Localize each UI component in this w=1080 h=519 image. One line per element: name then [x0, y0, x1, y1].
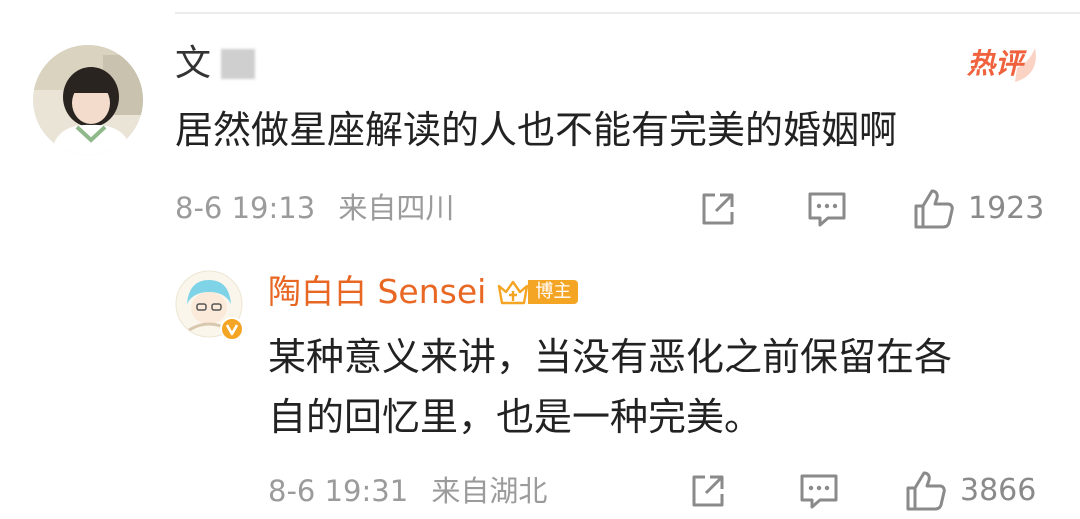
comment-date: 8-6 19:13 [175, 191, 316, 225]
commenter-avatar[interactable] [33, 45, 143, 155]
reply-like-count: 3866 [960, 473, 1037, 508]
crown-icon [498, 280, 529, 305]
comment-like-button[interactable]: 1923 [912, 187, 1044, 231]
reply-date: 8-6 19:31 [268, 474, 409, 508]
blogger-badge: 博主 [496, 277, 579, 307]
thumbs-up-icon [914, 189, 954, 229]
comment-share-button[interactable] [698, 189, 738, 229]
comment-icon [800, 474, 838, 509]
comment-location: 来自四川 [338, 191, 455, 225]
commenter-username-text[interactable]: 文 [175, 44, 211, 84]
reply-meta: 8-6 19:31 来自湖北 [268, 473, 547, 509]
comment-body: 居然做星座解读的人也不能有完美的婚姻啊 [175, 108, 898, 152]
reply-share-button[interactable] [688, 471, 728, 511]
top-divider [175, 12, 1080, 14]
verified-badge-icon [220, 317, 244, 341]
username-redacted [221, 49, 256, 79]
reply-body: 某种意义来讲，当没有恶化之前保留在各 自的回忆里，也是一种完美。 [268, 327, 952, 447]
hot-comment-label: 热评 [967, 47, 1024, 80]
share-icon [702, 193, 734, 225]
hot-comment-badge: 热评 [963, 44, 1043, 84]
comment-icon [808, 192, 846, 227]
share-icon [692, 475, 724, 507]
reply-body-line-1: 某种意义来讲，当没有恶化之前保留在各 [268, 335, 953, 379]
thumbs-up-icon [906, 471, 946, 511]
reply-like-button[interactable]: 3866 [904, 469, 1036, 513]
reply-location: 来自湖北 [431, 474, 548, 508]
reply-body-line-2: 自的回忆里，也是一种完美。 [268, 395, 763, 439]
replier-username-text[interactable]: 陶白白 Sensei [268, 272, 486, 312]
comment-reply-button[interactable] [806, 189, 848, 229]
reply-reply-button[interactable] [798, 471, 840, 511]
comment-like-count: 1923 [968, 191, 1045, 226]
blogger-badge-label: 博主 [528, 280, 579, 304]
comment-meta: 8-6 19:13 来自四川 [175, 190, 454, 226]
commenter-username[interactable]: 文 [175, 44, 256, 84]
replier-avatar[interactable] [175, 270, 244, 341]
replier-username[interactable]: 陶白白 Sensei 博主 [268, 272, 579, 312]
